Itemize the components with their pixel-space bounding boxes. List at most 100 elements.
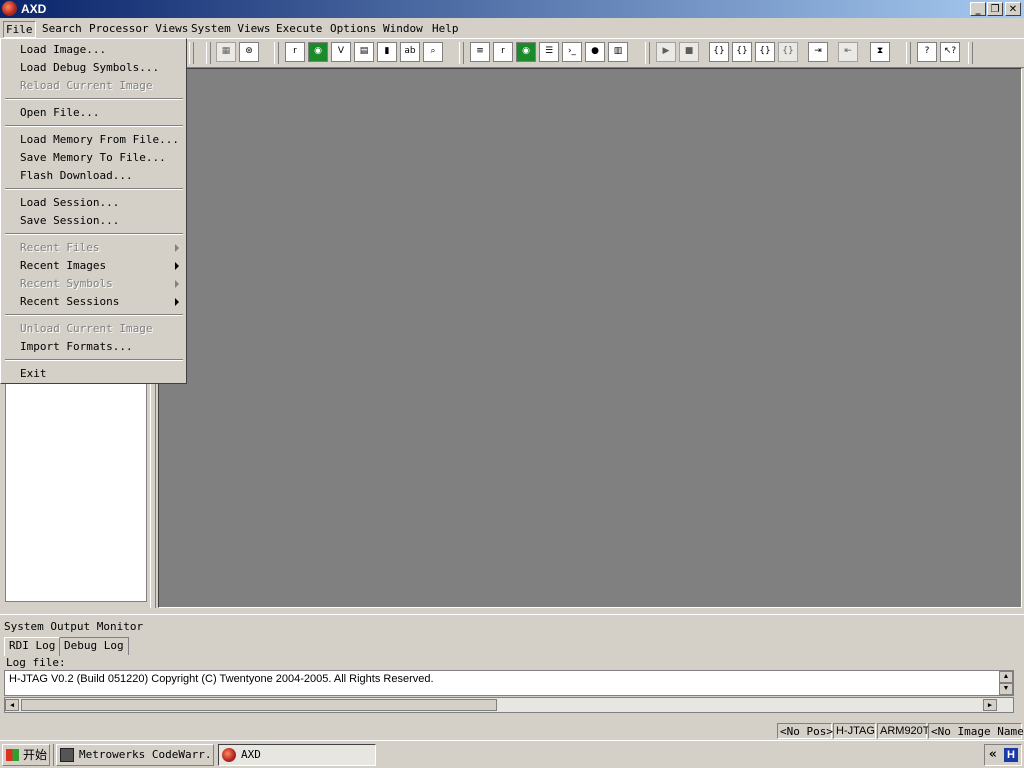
run-to-cursor-icon[interactable]: {} [778,42,798,62]
toolbar-grip[interactable] [274,42,279,64]
source-icon[interactable]: ≡ [470,42,490,62]
registers-icon[interactable]: r [285,42,305,62]
menu-item-load-image[interactable]: Load Image... [20,42,106,58]
run-icon[interactable]: ▶ [656,42,676,62]
log-text: H-JTAG V0.2 (Build 051220) Copyright (C)… [9,673,434,685]
stop-icon[interactable]: ■ [679,42,699,62]
log-output-box[interactable]: H-JTAG V0.2 (Build 051220) Copyright (C)… [4,670,1014,696]
toolbar-grip[interactable] [206,42,211,64]
output-monitor-title: System Output Monitor [4,620,144,633]
menu-options[interactable]: Options [328,21,378,36]
title-bar[interactable]: AXD _ ❐ ✕ [0,0,1024,18]
scrollbar-thumb[interactable] [21,699,497,711]
help-icon[interactable]: ? [917,42,937,62]
menu-search[interactable]: Search [40,21,84,36]
hourglass-icon[interactable]: ⧗ [870,42,890,62]
find-icon[interactable]: ⌕ [423,42,443,62]
menu-item-reload-current-image: Reload Current Image [20,79,153,92]
menu-processor-views[interactable]: Processor Views [87,21,190,36]
menu-item-recent-symbols: Recent Symbols [20,277,113,290]
menu-separator [5,98,183,100]
task-axd[interactable]: AXD [218,744,376,766]
restore-button[interactable]: ❐ [987,2,1003,16]
close-button[interactable]: ✕ [1005,2,1021,16]
context-help-icon[interactable]: ↖? [940,42,960,62]
taskbar: 开始 Metrowerks CodeWarr... AXD « H [0,740,1024,768]
toolbar-grip[interactable] [645,42,650,64]
window-title: AXD [21,2,47,16]
axd-icon [222,748,236,762]
scroll-up-button[interactable]: ▲ [999,671,1013,683]
low-level-symbols-icon[interactable]: ▤ [354,42,374,62]
menu-item-save-session[interactable]: Save Session... [20,213,119,229]
toggle-breakpoint-icon[interactable]: ⇥ [808,42,828,62]
locate-pc-icon[interactable]: ⇤ [838,42,858,62]
menu-execute[interactable]: Execute [274,21,324,36]
menu-item-recent-sessions[interactable]: Recent Sessions [20,294,119,310]
binoculars-icon[interactable]: ⊛ [239,42,259,62]
scroll-left-button[interactable]: ◀ [5,699,19,711]
codewarrior-icon [60,748,74,762]
submenu-arrow-icon [175,262,179,270]
menu-item-unload-current-image: Unload Current Image [20,322,153,335]
task-label: Metrowerks CodeWarr... [79,748,214,761]
menu-item-load-memory[interactable]: Load Memory From File... [20,132,179,148]
horizontal-scrollbar[interactable]: ◀ ▶ [4,697,1014,713]
mdi-workspace[interactable] [158,68,1022,608]
menu-separator [5,359,183,361]
step-in-icon[interactable]: {} [709,42,729,62]
menu-item-exit[interactable]: Exit [20,366,47,382]
minimize-button[interactable]: _ [970,2,986,16]
variables-icon[interactable]: V [331,42,351,62]
watch-icon[interactable]: ◉ [308,42,328,62]
tab-rdi-log[interactable]: RDI Log [4,637,61,656]
menu-bar: File Search Processor Views System Views… [0,18,1024,38]
menu-file[interactable]: File [3,21,36,38]
start-label: 开始 [23,748,48,762]
memory-view-icon[interactable]: ▮ [377,42,397,62]
memory-map-icon[interactable]: ▥ [608,42,628,62]
menu-item-import-formats[interactable]: Import Formats... [20,339,133,355]
breakpoints-icon[interactable]: ● [585,42,605,62]
toolbar-grip[interactable] [906,42,911,64]
disassembly-icon[interactable]: ☰ [539,42,559,62]
toolbar-grip[interactable] [968,42,973,64]
menu-item-open-file[interactable]: Open File... [20,105,99,121]
status-target: H-JTAG [833,723,876,739]
watch-icon[interactable]: ◉ [516,42,536,62]
status-position: <No Pos> [777,723,833,739]
console-icon[interactable]: ›_ [562,42,582,62]
step-icon[interactable]: {} [732,42,752,62]
toolbar-grip[interactable] [189,42,194,64]
scroll-right-button[interactable]: ▶ [983,699,997,711]
tab-debug-log[interactable]: Debug Log [59,637,129,655]
menu-item-load-debug-symbols[interactable]: Load Debug Symbols... [20,60,159,76]
step-out-icon[interactable]: {} [755,42,775,62]
menu-separator [5,314,183,316]
menu-item-load-session[interactable]: Load Session... [20,195,119,211]
menu-window[interactable]: Window [381,21,425,36]
menu-item-recent-files: Recent Files [20,241,100,254]
status-image-name: <No Image Name> [928,723,1024,739]
start-button[interactable]: 开始 [2,744,50,766]
menu-separator [5,233,183,235]
scroll-down-button[interactable]: ▼ [999,683,1013,695]
debugger-internals-icon[interactable]: ab [400,42,420,62]
menu-help[interactable]: Help [430,21,461,36]
menu-item-recent-images[interactable]: Recent Images [20,258,106,274]
status-processor: ARM920T [877,723,930,739]
memory-icon[interactable]: ▦ [216,42,236,62]
axd-app-icon[interactable] [2,1,17,16]
menu-item-flash-download[interactable]: Flash Download... [20,168,133,184]
h-jtag-icon[interactable]: H [1004,748,1018,762]
submenu-arrow-icon [175,298,179,306]
registers-icon[interactable]: r [493,42,513,62]
system-tray: « H [984,744,1022,766]
expand-tray-icon[interactable]: « [989,747,997,762]
task-codewarrior[interactable]: Metrowerks CodeWarr... [56,744,214,766]
menu-item-save-memory[interactable]: Save Memory To File... [20,150,166,166]
menu-separator [5,188,183,190]
windows-flag-icon [6,749,19,761]
toolbar-grip[interactable] [459,42,464,64]
menu-system-views[interactable]: System Views [189,21,272,36]
